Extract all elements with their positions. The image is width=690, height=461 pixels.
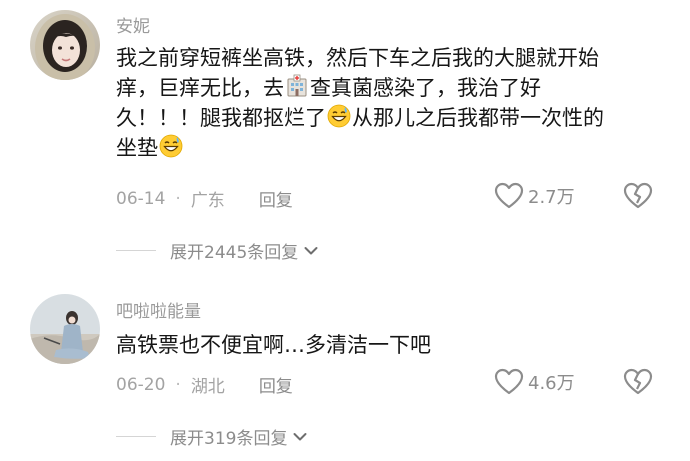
broken-heart-icon [623,368,653,395]
comment-line: 坐垫 [116,133,676,163]
expand-replies-button[interactable]: 展开2445条回复 [116,238,318,263]
reply-button[interactable]: 回复 [259,372,293,397]
comment-line: 高铁票也不便宜啊…多清洁一下吧 [116,330,676,360]
chevron-down-icon [304,246,318,254]
expand-replies-label: 展开319条回复 [170,429,288,449]
comment-location: 湖北 [190,377,225,397]
reply-button[interactable]: 回复 [259,186,293,211]
broken-heart-icon [623,182,653,209]
heart-outline-icon [494,182,524,209]
comment-item: 安妮 我之前穿短裤坐高铁，然后下车之后我的大腿就开始 痒，巨痒无比，去 查真菌感… [0,0,690,275]
comment-line: 我之前穿短裤坐高铁，然后下车之后我的大腿就开始 [116,43,676,73]
comment-line-text: 我之前穿短裤坐高铁，然后下车之后我的大腿就开始 [116,46,599,70]
comment-line-text: 高铁票也不便宜啊…多清洁一下吧 [116,333,431,357]
like-count: 2.7万 [528,187,575,208]
comment-line-text: 痒，巨痒无比，去 [116,76,284,100]
avatar[interactable] [30,294,100,364]
avatar[interactable] [30,10,100,80]
divider-line [116,250,156,251]
meta-separator: · [175,374,181,395]
divider-line [116,436,156,437]
like-button[interactable]: 2.7万 [494,182,575,210]
hospital-emoji [287,74,307,97]
expand-replies-label: 展开2445条回复 [170,243,299,263]
comment-item: 吧啦啦能量 高铁票也不便宜啊…多清洁一下吧 06-20 · 湖北 回复 4.6万… [0,275,690,461]
comment-line-text: 从那儿之后我都带一次性的 [352,106,604,130]
like-count: 4.6万 [528,373,575,394]
grin-sweat-emoji [327,104,351,128]
comment-meta: 06-20 · 湖北 回复 [116,372,293,398]
comment-line: 久！！！腿我都抠烂了 从那儿之后我都带一次性的 [116,103,676,133]
comment-text: 我之前穿短裤坐高铁，然后下车之后我的大腿就开始 痒，巨痒无比，去 查真菌感染了，… [116,43,676,163]
chevron-down-icon [293,432,307,440]
comment-line-text: 查真菌感染了，我治了好 [310,76,541,100]
comment-date: 06-14 [116,188,166,209]
comment-meta: 06-14 · 广东 回复 [116,186,293,212]
comment-line-text: 坐垫 [116,136,158,160]
comment-text: 高铁票也不便宜啊…多清洁一下吧 [116,330,676,360]
comment-date: 06-20 [116,374,166,395]
comment-line-text: 久！！！腿我都抠烂了 [116,106,326,130]
username[interactable]: 安妮 [116,12,150,37]
username[interactable]: 吧啦啦能量 [116,297,201,322]
comment-location: 广东 [190,191,225,211]
dislike-button[interactable] [622,368,654,400]
comment-line: 痒，巨痒无比，去 查真菌感染了，我治了好 [116,73,676,103]
expand-replies-button[interactable]: 展开319条回复 [116,424,307,449]
meta-separator: · [175,188,181,209]
grin-sweat-emoji [159,134,183,158]
dislike-button[interactable] [622,182,654,214]
like-button[interactable]: 4.6万 [494,368,575,396]
heart-outline-icon [494,368,524,395]
